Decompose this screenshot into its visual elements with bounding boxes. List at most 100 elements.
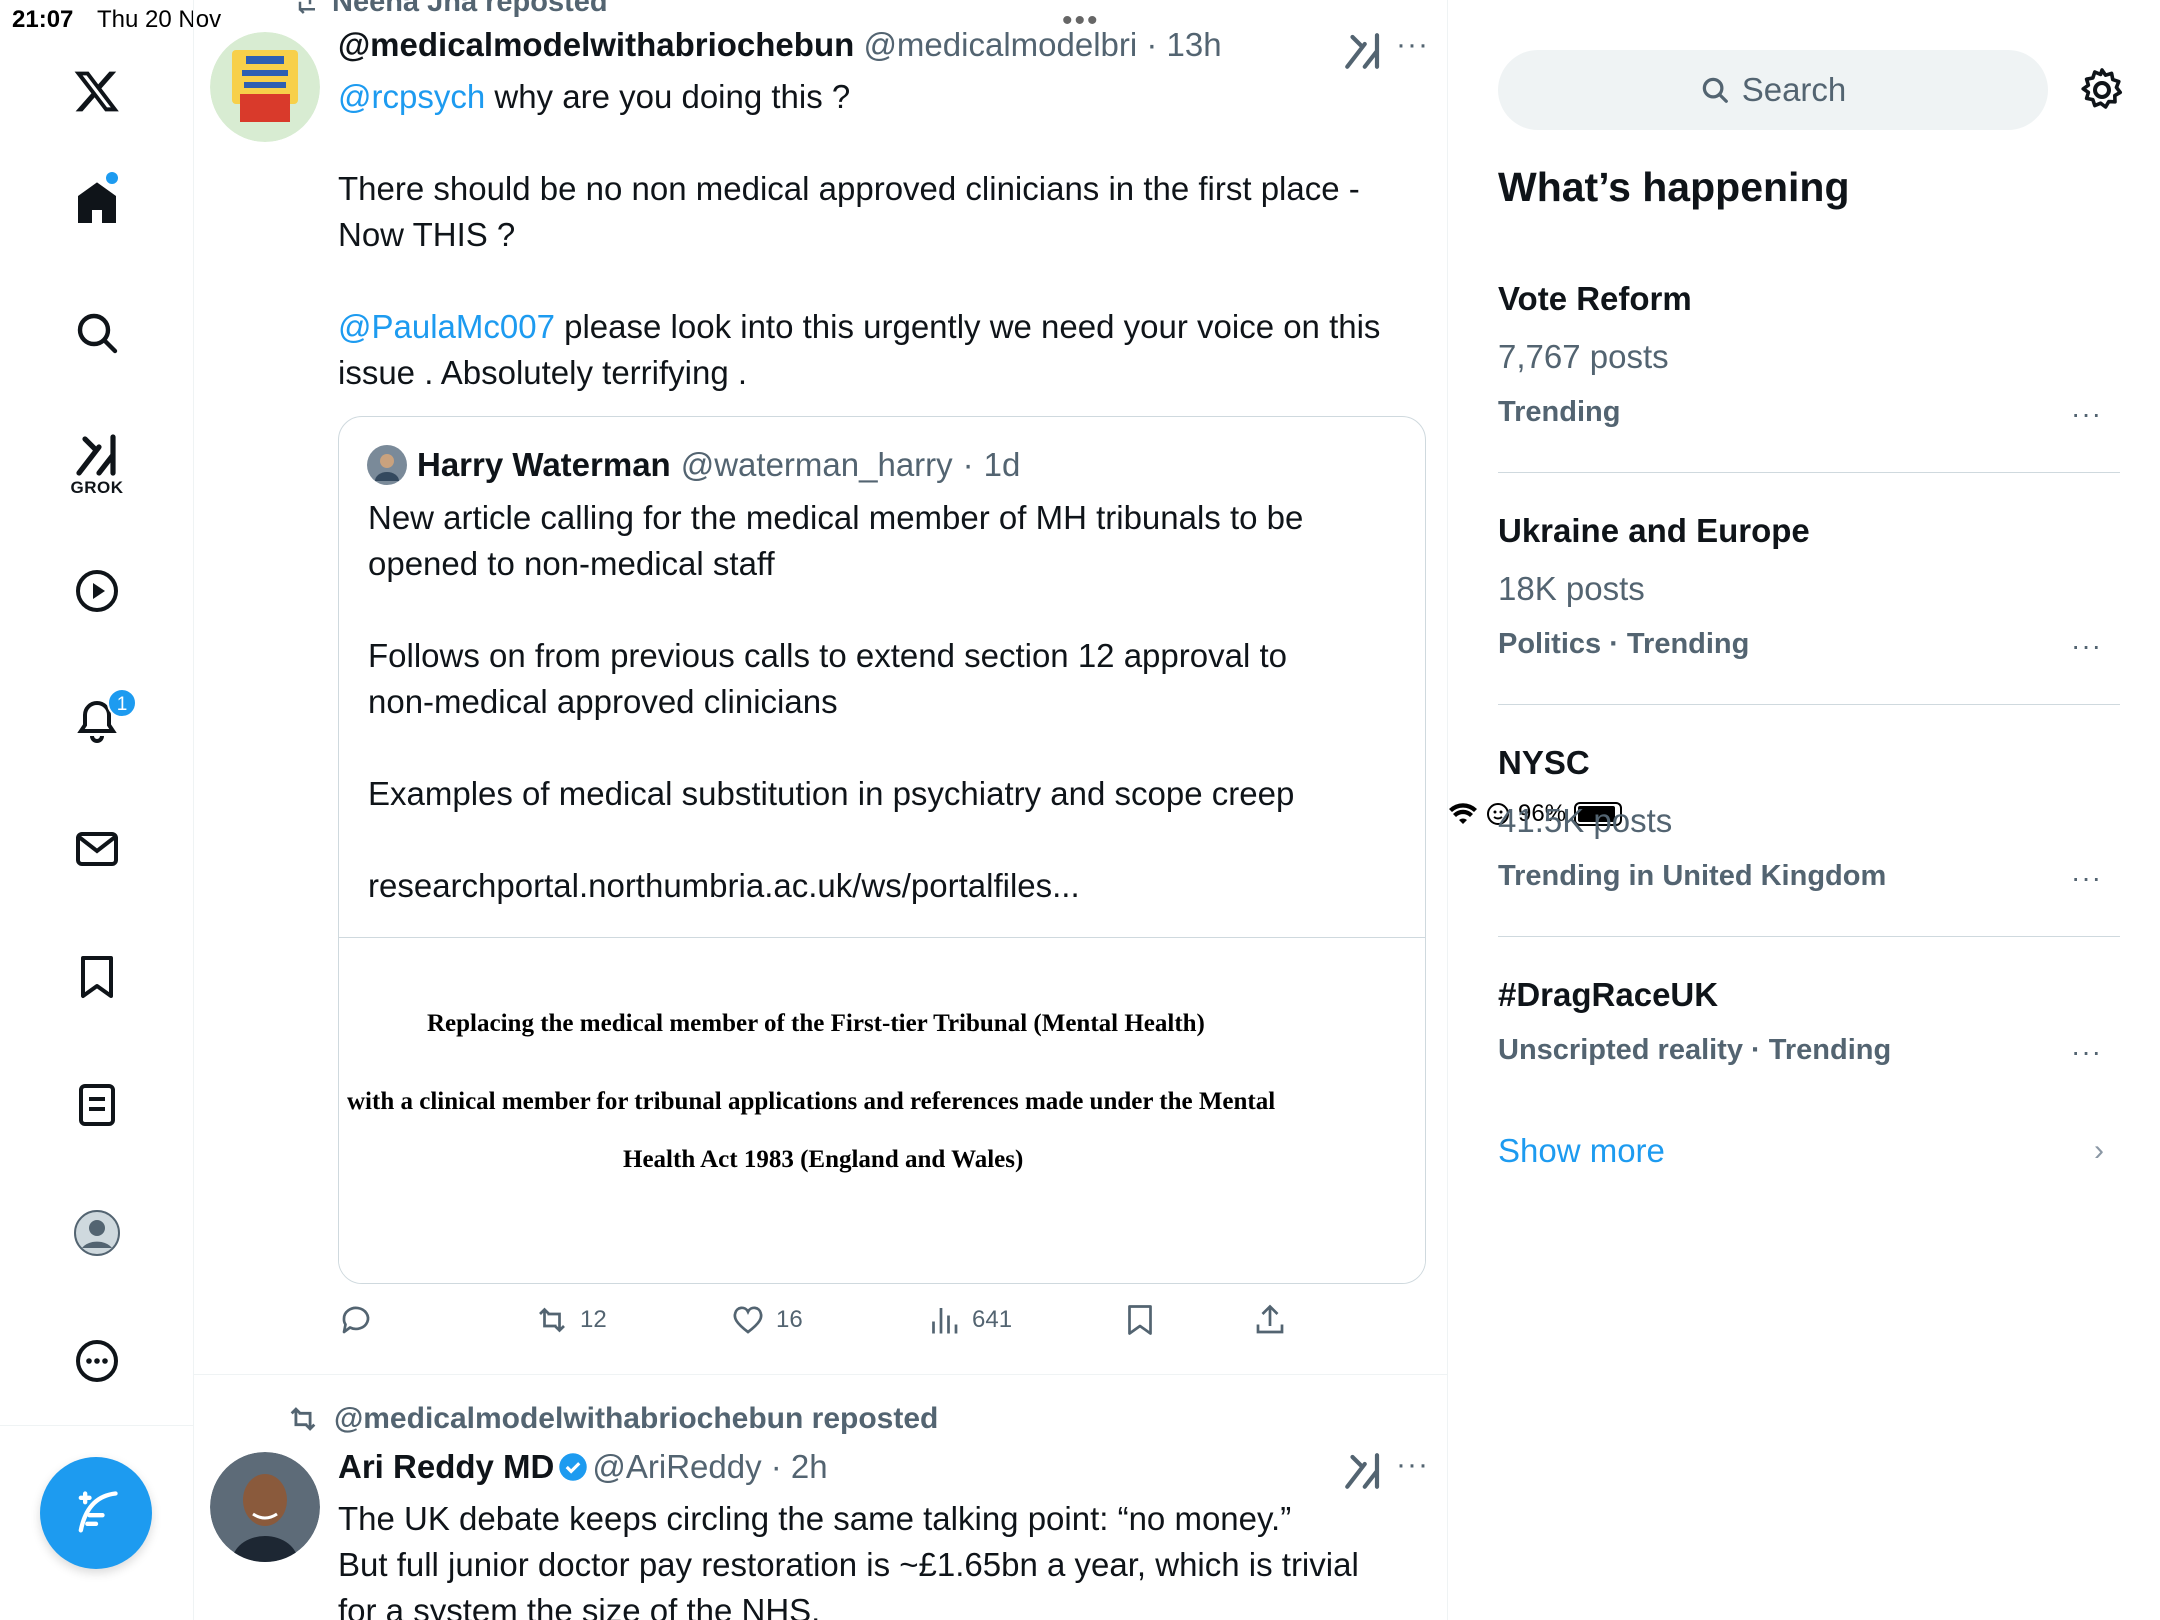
repost-label: Neena Jha reposted [332, 0, 608, 18]
views-button[interactable]: 641 [926, 1302, 1012, 1338]
section-title: What’s happening [1498, 164, 1850, 210]
search-placeholder: Search [1741, 71, 1847, 108]
trend-posts: 7,767 posts [1498, 338, 1669, 375]
doc-title-line: Replacing the medical member of the Firs… [427, 1010, 1205, 1037]
post-text: @rcpsych why are you doing this ? There … [338, 74, 1428, 396]
repost-icon [290, 1407, 316, 1431]
trend-meta: Politics · Trending [1498, 628, 1750, 660]
trend-item[interactable]: #DragRaceUK Unscripted reality · Trendin… [1498, 976, 2120, 1067]
quoted-post-text: New article calling for the medical memb… [368, 495, 1398, 909]
more-options-icon[interactable] [62, 1326, 132, 1396]
post-more-icon[interactable]: ··· [1396, 1448, 1429, 1482]
post-text-line: please look into this urgently we need y… [554, 308, 1381, 345]
repost-button[interactable]: 12 [534, 1302, 607, 1338]
author-avatar[interactable] [210, 1452, 320, 1562]
trend-item[interactable]: Ukraine and Europe 18K posts Politics · … [1498, 512, 2120, 661]
post-text-line: But full junior doctor pay restoration i… [338, 1546, 1359, 1583]
quoted-author-name: Harry Waterman [417, 446, 671, 483]
home-icon[interactable] [62, 168, 132, 238]
document-image-preview[interactable]: Replacing the medical member of the Firs… [339, 938, 1425, 1283]
trend-item[interactable]: NYSC 41.5K posts Trending in United King… [1498, 744, 2120, 893]
quoted-post-card[interactable]: Harry Waterman @waterman_harry · 1d New ar… [338, 416, 1426, 1284]
grok-label: GROK [70, 478, 124, 497]
mention-link[interactable]: @PaulaMc007 [338, 308, 555, 345]
post-text-line: issue . Absolutely terrifying . [338, 354, 748, 391]
show-more-link[interactable]: Show more [1498, 1132, 1665, 1170]
separator-dot: · [962, 446, 974, 483]
repost-indicator: @medicalmodelwithabriochebun reposted [286, 1402, 938, 1436]
search-input[interactable]: Search [1498, 50, 2048, 130]
bookmark-icon [1128, 1305, 1152, 1335]
left-nav: GROK 1 [0, 0, 194, 1620]
verified-badge-icon [559, 1453, 588, 1481]
explore-search-icon[interactable] [62, 298, 132, 368]
quoted-author-handle: @waterman_harry [680, 446, 953, 483]
author-name[interactable]: @medicalmodelwithabriochebun [338, 26, 854, 63]
quoted-text-line: non-medical approved clinicians [368, 683, 838, 720]
trend-more-icon[interactable]: ··· [2071, 630, 2102, 662]
share-button[interactable] [1252, 1302, 1288, 1338]
heart-icon [733, 1306, 763, 1334]
chevron-right-icon: › [2094, 1134, 2104, 1167]
post-text-line: for a system the size of the NHS. [338, 1592, 821, 1620]
bookmarks-icon[interactable] [62, 942, 132, 1012]
separator-dot: · [1137, 26, 1167, 63]
author-handle[interactable]: @medicalmodelbri [863, 26, 1137, 63]
post-time[interactable]: 13h [1167, 26, 1222, 63]
trend-more-icon[interactable]: ··· [2071, 1036, 2102, 1068]
share-icon [1256, 1304, 1284, 1334]
author-name[interactable]: Ari Reddy MD [338, 1448, 554, 1485]
like-button[interactable]: 16 [730, 1302, 803, 1338]
trend-more-icon[interactable]: ··· [2071, 398, 2102, 430]
quoted-author-avatar[interactable] [367, 445, 407, 485]
lists-icon[interactable] [62, 1070, 132, 1140]
post-text-line: There should be no non medical approved … [338, 170, 1360, 207]
nav-divider [0, 1425, 194, 1426]
trend-name: Ukraine and Europe [1498, 512, 1810, 549]
post-time[interactable]: 2h [791, 1448, 828, 1485]
post-text-line: The UK debate keeps circling the same ta… [338, 1500, 1292, 1537]
quoted-link-text: researchportal.northumbria.ac.uk/ws/port… [368, 867, 1080, 904]
repost-count: 12 [580, 1306, 607, 1333]
view-count: 641 [972, 1306, 1013, 1333]
quoted-text-line: Follows on from previous calls to extend… [368, 637, 1287, 674]
author-handle[interactable]: @AriReddy [592, 1448, 761, 1485]
search-icon [1702, 77, 1728, 103]
post-more-icon[interactable]: ··· [1396, 28, 1429, 62]
trend-name: #DragRaceUK [1498, 976, 1719, 1013]
quoted-text-line: New article calling for the medical memb… [368, 499, 1304, 536]
x-logo-icon[interactable] [62, 56, 132, 126]
profile-avatar-icon[interactable] [62, 1198, 132, 1268]
post-text: The UK debate keeps circling the same ta… [338, 1496, 1428, 1620]
compose-post-button[interactable] [40, 1457, 152, 1569]
trend-divider [1498, 472, 2120, 473]
like-count: 16 [776, 1306, 803, 1333]
post-text-line: why are you doing this ? [485, 78, 851, 115]
trend-item[interactable]: Vote Reform 7,767 posts Trending ··· [1498, 280, 2120, 429]
right-sidebar: Search What’s happening Vote Reform 7,76… [1448, 0, 2160, 1620]
post-header: Ari Reddy MD @AriReddy · 2h [338, 1448, 828, 1486]
trend-meta: Trending in United Kingdom [1498, 860, 1887, 892]
post-divider [194, 1374, 1447, 1375]
trend-divider [1498, 704, 2120, 705]
quoted-text-line: Examples of medical substitution in psyc… [368, 775, 1295, 812]
grok-explain-icon[interactable] [1342, 30, 1384, 72]
reply-icon [342, 1306, 370, 1334]
settings-gear-icon[interactable] [2078, 66, 2126, 114]
grok-explain-icon[interactable] [1342, 1450, 1384, 1492]
notification-badge: 1 [107, 688, 137, 718]
trend-name: Vote Reform [1498, 280, 1692, 317]
doc-title-line: Health Act 1983 (England and Wales) [623, 1146, 1024, 1173]
video-icon[interactable] [62, 556, 132, 626]
bookmark-button[interactable] [1122, 1302, 1158, 1338]
trend-posts: 18K posts [1498, 570, 1645, 607]
author-avatar[interactable] [210, 32, 320, 142]
messages-icon[interactable] [62, 814, 132, 884]
mention-link[interactable]: @rcpsych [338, 78, 485, 115]
reply-button[interactable] [338, 1302, 374, 1338]
quoted-post-header: Harry Waterman @waterman_harry · 1d [367, 445, 1020, 485]
trend-posts: 41.5K posts [1498, 802, 1673, 839]
trend-meta: Trending [1498, 396, 1621, 428]
trend-name: NYSC [1498, 744, 1590, 781]
trend-more-icon[interactable]: ··· [2071, 862, 2102, 894]
